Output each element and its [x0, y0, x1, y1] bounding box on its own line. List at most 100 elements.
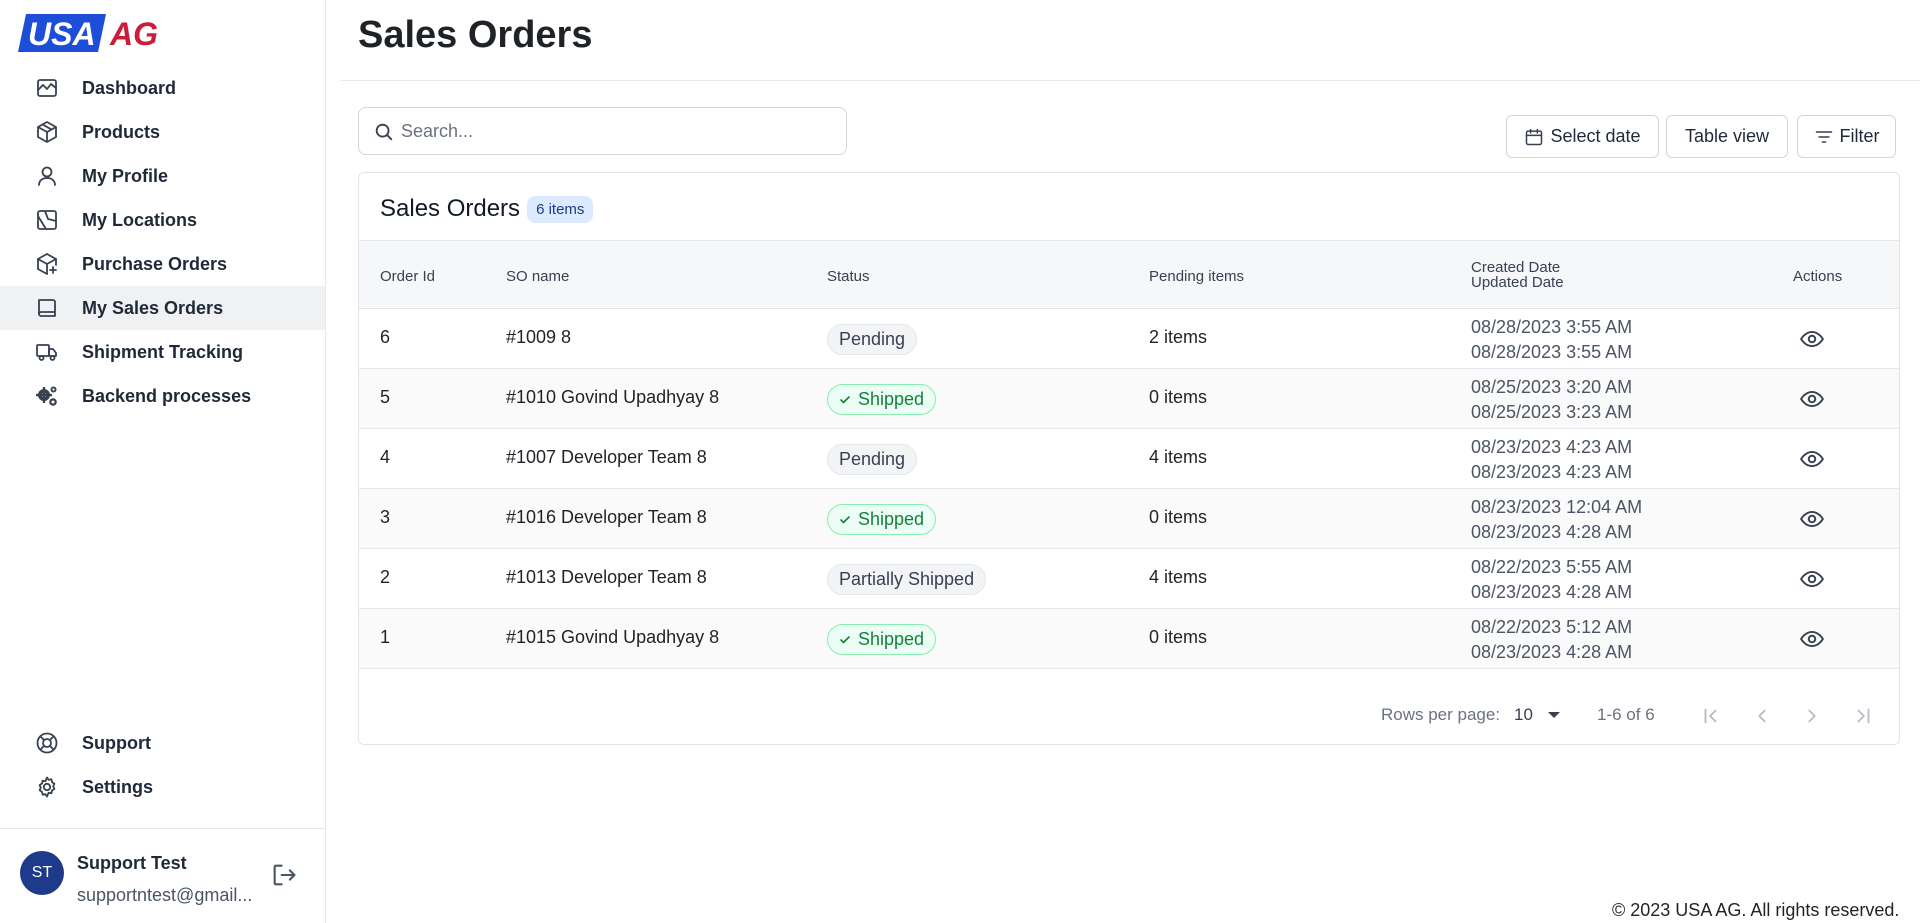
next-page-icon[interactable]	[1797, 701, 1827, 731]
sidebar-item-label: Dashboard	[82, 77, 177, 98]
column-header-created-date: Created Date	[1471, 259, 1561, 276]
dates-cell: 08/28/2023 3:55 AM 08/28/2023 3:55 AM	[1471, 315, 1632, 365]
table-row[interactable]: 1 #1015 Govind Upadhyay 8 Shipped 0 item…	[359, 609, 1899, 669]
last-page-icon[interactable]	[1848, 701, 1878, 731]
dates-cell: 08/22/2023 5:12 AM 08/23/2023 4:28 AM	[1471, 615, 1632, 665]
user-icon	[34, 163, 60, 189]
sidebar-item-dashboard[interactable]: Dashboard	[0, 66, 325, 110]
sidebar-item-my-profile[interactable]: My Profile	[0, 154, 325, 198]
view-eye-icon[interactable]	[1799, 326, 1825, 352]
so-name: #1009 8	[506, 327, 572, 347]
created-date: 08/28/2023 3:55 AM	[1471, 317, 1633, 337]
created-date: 08/22/2023 5:12 AM	[1471, 617, 1633, 637]
status-text: Pending	[839, 449, 906, 469]
so-name: #1016 Developer Team 8	[506, 507, 707, 527]
sidebar-item-backend-processes[interactable]: Backend processes	[0, 374, 325, 418]
filter-label: Filter	[1839, 126, 1880, 146]
view-eye-icon[interactable]	[1799, 446, 1825, 472]
sidebar-item-support[interactable]: Support	[0, 721, 325, 765]
usa-ag-logo[interactable]: USA AG	[18, 12, 188, 54]
status-text: Shipped	[858, 629, 925, 649]
view-eye-icon[interactable]	[1799, 566, 1825, 592]
truck-icon	[34, 339, 60, 365]
table-view-label: Table view	[1684, 126, 1770, 146]
created-date: 08/25/2023 3:20 AM	[1471, 377, 1633, 397]
table-row[interactable]: 4 #1007 Developer Team 8 Pending 4 items…	[359, 429, 1899, 489]
sales-orders-table-card: Sales Orders 6 items Order Id SO name St…	[358, 172, 1900, 745]
previous-page-icon[interactable]	[1747, 701, 1777, 731]
order-id: 3	[380, 507, 391, 527]
sidebar-item-my-sales-orders[interactable]: My Sales Orders	[0, 286, 325, 330]
select-date-label: Select date	[1550, 126, 1641, 146]
so-name: #1015 Govind Upadhyay 8	[506, 627, 720, 647]
dates-cell: 08/25/2023 3:20 AM 08/25/2023 3:23 AM	[1471, 375, 1632, 425]
table-pagination: Rows per page: 10 1-6 of 6	[359, 685, 1899, 744]
status-cell: Pending	[827, 324, 918, 355]
updated-date: 08/23/2023 4:28 AM	[1471, 522, 1633, 542]
pending-items: 2 items	[1149, 327, 1208, 347]
table-view-button[interactable]: Table view	[1666, 115, 1788, 158]
rows-per-page-select[interactable]: 10	[1514, 705, 1561, 725]
table-row[interactable]: 5 #1010 Govind Upadhyay 8 Shipped 0 item…	[359, 369, 1899, 429]
header-divider	[341, 80, 1920, 81]
so-name: #1007 Developer Team 8	[506, 447, 707, 467]
search-input[interactable]	[401, 108, 831, 154]
status-badge: Shipped	[827, 384, 937, 415]
logo-text-usa: USA	[28, 16, 96, 52]
column-header-order-id[interactable]: Order Id	[380, 268, 435, 285]
sidebar-item-label: Purchase Orders	[82, 253, 228, 274]
status-text: Partially Shipped	[839, 569, 975, 589]
status-badge: Shipped	[827, 624, 937, 655]
column-header-updated-date: Updated Date	[1471, 274, 1564, 291]
status-cell: Shipped	[827, 504, 937, 535]
search-icon	[373, 121, 395, 143]
rows-per-page-label: Rows per page:	[1381, 705, 1501, 724]
lifebuoy-icon	[34, 730, 60, 756]
sidebar-item-purchase-orders[interactable]: Purchase Orders	[0, 242, 325, 286]
column-header-status[interactable]: Status	[827, 268, 870, 285]
dates-cell: 08/23/2023 12:04 AM 08/23/2023 4:28 AM	[1471, 495, 1642, 545]
order-id: 6	[380, 327, 391, 347]
select-date-button[interactable]: Select date	[1506, 115, 1659, 158]
avatar[interactable]: ST	[20, 851, 64, 895]
column-header-dates[interactable]: Created Date Updated Date	[1471, 260, 1564, 290]
box-plus-icon	[34, 251, 60, 277]
column-header-so-name[interactable]: SO name	[506, 268, 569, 285]
first-page-icon[interactable]	[1696, 701, 1726, 731]
sidebar-item-products[interactable]: Products	[0, 110, 325, 154]
table-row[interactable]: 3 #1016 Developer Team 8 Shipped 0 items…	[359, 489, 1899, 549]
status-cell: Pending	[827, 444, 918, 475]
order-id: 1	[380, 627, 391, 647]
sidebar: USA AG Dashboard Products My Profile My …	[0, 0, 326, 923]
pending-items: 4 items	[1149, 567, 1208, 587]
status-text: Pending	[839, 329, 906, 349]
chart-icon	[34, 75, 60, 101]
so-name: #1013 Developer Team 8	[506, 567, 707, 587]
page-title: Sales Orders	[358, 14, 593, 56]
view-eye-icon[interactable]	[1799, 386, 1825, 412]
sidebar-item-shipment-tracking[interactable]: Shipment Tracking	[0, 330, 325, 374]
copyright-notice: © 2023 USA AG. All rights reserved.	[1612, 900, 1900, 920]
pending-items: 0 items	[1149, 507, 1208, 527]
sidebar-item-label: My Profile	[82, 165, 169, 186]
table-row[interactable]: 2 #1013 Developer Team 8 Partially Shipp…	[359, 549, 1899, 609]
so-name: #1010 Govind Upadhyay 8	[506, 387, 720, 407]
filter-button[interactable]: Filter	[1797, 115, 1896, 158]
sidebar-item-label: Support	[82, 732, 151, 753]
status-text: Shipped	[858, 389, 925, 409]
view-eye-icon[interactable]	[1799, 626, 1825, 652]
dates-cell: 08/22/2023 5:55 AM 08/23/2023 4:28 AM	[1471, 555, 1632, 605]
sidebar-item-my-locations[interactable]: My Locations	[0, 198, 325, 242]
view-eye-icon[interactable]	[1799, 506, 1825, 532]
status-cell: Partially Shipped	[827, 564, 987, 595]
column-header-actions: Actions	[1793, 268, 1843, 285]
map-icon	[34, 207, 60, 233]
sidebar-item-settings[interactable]: Settings	[0, 765, 325, 809]
column-header-pending-items[interactable]: Pending items	[1149, 268, 1244, 285]
table-row[interactable]: 6 #1009 8 Pending 2 items 08/28/2023 3:5…	[359, 309, 1899, 369]
page-range: 1-6 of 6	[1597, 705, 1655, 724]
logout-icon[interactable]	[270, 861, 298, 889]
check-icon	[839, 634, 851, 646]
user-name: Support Test	[77, 853, 187, 873]
check-icon	[839, 394, 851, 406]
